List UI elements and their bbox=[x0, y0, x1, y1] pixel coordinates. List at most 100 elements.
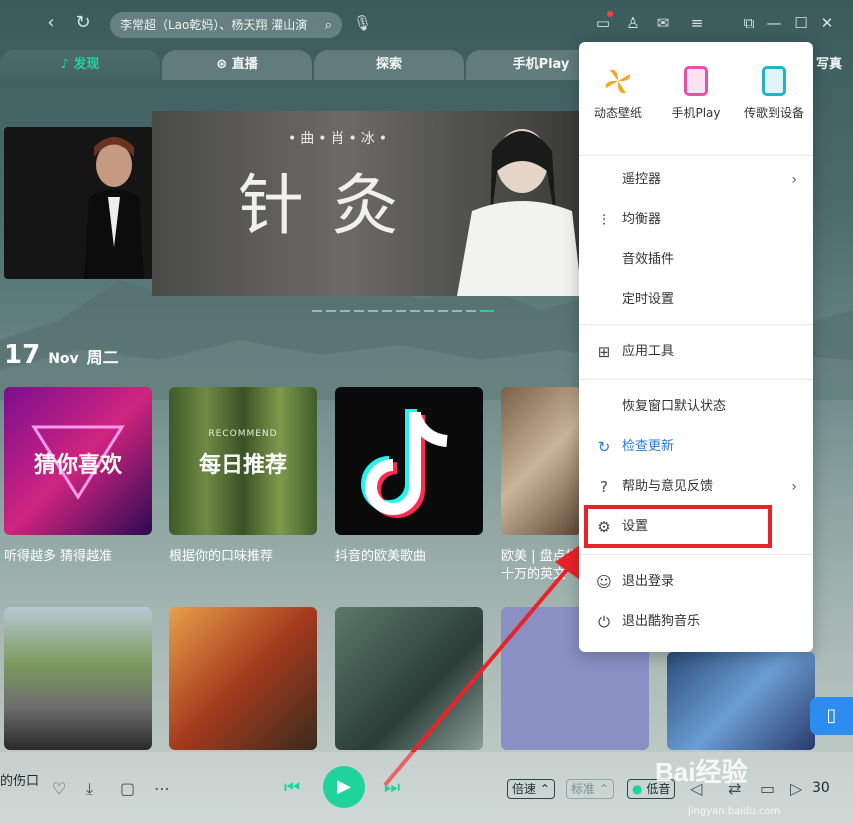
minimize-icon[interactable]: — bbox=[765, 14, 783, 32]
menu-group-tools: ⊞ 应用工具 bbox=[579, 325, 813, 379]
volume-value: 30 bbox=[812, 780, 830, 796]
pager-dot[interactable] bbox=[340, 310, 350, 312]
heart-icon[interactable]: ♡ bbox=[52, 779, 66, 798]
banner-subtitle: •曲•肖•冰• bbox=[288, 131, 392, 147]
phone-sidebar-button[interactable]: ▯ bbox=[810, 697, 853, 735]
notification-dot bbox=[607, 11, 613, 17]
menu-item-check-update[interactable]: ↻ 检查更新 bbox=[579, 427, 813, 467]
menu-item-equalizer[interactable]: ⫶ 均衡器 bbox=[579, 200, 813, 240]
tab-live[interactable]: ⊛ 直播 bbox=[162, 50, 312, 80]
dot-icon: ● bbox=[632, 782, 643, 796]
banner-title: 针灸 bbox=[238, 167, 426, 244]
title-bar: ‹ ↻ ⌕ 🎙︎ ▭ ♙ ✉ ≡ ⧉ — ☐ ✕ bbox=[0, 0, 853, 48]
menu-item-remote[interactable]: 遥控器 › bbox=[579, 160, 813, 200]
menu-quick-actions: 动态壁纸 手机Play 传歌到设备 bbox=[579, 42, 813, 142]
queue-icon[interactable]: ▷ bbox=[790, 779, 802, 798]
pager-dot[interactable] bbox=[382, 310, 392, 312]
playlist-icon[interactable]: ▭ bbox=[760, 779, 775, 798]
pager-dot[interactable] bbox=[438, 310, 448, 312]
refresh-icon[interactable]: ↻ bbox=[72, 12, 94, 34]
equalizer-icon: ⫶ bbox=[602, 211, 606, 229]
menu-item-timer[interactable]: 定时设置 bbox=[579, 280, 813, 320]
pager-dot[interactable] bbox=[354, 310, 364, 312]
quick-mobile-play[interactable]: 手机Play bbox=[657, 66, 735, 142]
speed-button[interactable]: 倍速 ⌃ bbox=[507, 779, 555, 799]
search-input[interactable] bbox=[120, 18, 321, 32]
card-warrior[interactable] bbox=[169, 607, 317, 750]
shirt-icon[interactable]: ♙ bbox=[624, 14, 642, 32]
pager-dot[interactable] bbox=[424, 310, 434, 312]
play-icon: ▶ bbox=[337, 776, 351, 797]
card-label[interactable]: 听得越多 猜得越准 bbox=[4, 545, 112, 564]
tiktok-logo-icon bbox=[361, 409, 448, 518]
pager-dot[interactable] bbox=[368, 310, 378, 312]
pager-dot[interactable] bbox=[312, 310, 322, 312]
pager-dot[interactable] bbox=[396, 310, 406, 312]
chevron-up-icon: ⌃ bbox=[598, 782, 609, 796]
date-weekday: 周二 bbox=[86, 348, 119, 367]
annotation-highlight-box bbox=[584, 505, 772, 548]
apps-icon: ⊞ bbox=[597, 343, 611, 361]
next-icon[interactable]: ⏭ bbox=[384, 777, 400, 798]
pager-dot[interactable] bbox=[452, 310, 462, 312]
user-icon: ☺ bbox=[596, 573, 612, 591]
quality-button[interactable]: 标准 ⌃ bbox=[566, 779, 614, 799]
banner-pagination bbox=[312, 310, 494, 312]
menu-icon[interactable]: ≡ bbox=[688, 14, 706, 32]
back-icon[interactable]: ‹ bbox=[40, 12, 62, 34]
quick-live-wallpaper[interactable]: 动态壁纸 bbox=[579, 66, 657, 142]
phone-play-icon bbox=[684, 66, 708, 96]
pager-dot[interactable] bbox=[326, 310, 336, 312]
tab-discover[interactable]: ♪ 发现 bbox=[0, 50, 160, 80]
menu-item-effect-plugins[interactable]: 音效插件 bbox=[579, 240, 813, 280]
mic-icon[interactable]: 🎙︎ bbox=[353, 14, 372, 32]
chevron-right-icon: › bbox=[791, 172, 797, 188]
card-daily-recommend[interactable]: RECOMMEND 每日推荐 bbox=[169, 387, 317, 535]
date-day: 17 bbox=[4, 340, 41, 370]
banner-side-image[interactable] bbox=[4, 127, 154, 279]
power-icon: ⏻ bbox=[598, 613, 610, 631]
search-icon[interactable]: ⌕ bbox=[325, 18, 332, 33]
more-icon[interactable]: ⋯ bbox=[154, 779, 170, 798]
update-icon: ↻ bbox=[597, 438, 611, 456]
previous-icon[interactable]: ⏮ bbox=[284, 777, 300, 798]
watermark-url: jingyan.baidu.com bbox=[688, 806, 781, 817]
pager-dot[interactable] bbox=[410, 310, 420, 312]
annotation-arrow bbox=[383, 538, 590, 787]
maximize-icon[interactable]: ☐ bbox=[792, 14, 810, 32]
song-title-fragment[interactable]: 的伤口 bbox=[0, 770, 39, 789]
card-sports-car[interactable] bbox=[4, 607, 152, 750]
card-tiktok-songs[interactable] bbox=[335, 387, 483, 535]
date-heading: 17 Nov 周二 bbox=[4, 340, 119, 370]
pinwheel-icon bbox=[604, 66, 632, 96]
search-box[interactable]: ⌕ bbox=[110, 12, 342, 38]
chevron-right-icon: › bbox=[791, 479, 797, 495]
card-label[interactable]: 根据你的口味推荐 bbox=[169, 545, 273, 564]
card-game-hero[interactable] bbox=[667, 652, 815, 750]
pager-dot-active[interactable] bbox=[480, 310, 494, 312]
transfer-icon bbox=[762, 66, 786, 96]
close-icon[interactable]: ✕ bbox=[818, 14, 836, 32]
singer-portrait-image bbox=[4, 127, 154, 279]
phone-icon: ▯ bbox=[826, 705, 837, 726]
menu-group-audio: 遥控器 › ⫶ 均衡器 音效插件 定时设置 bbox=[579, 156, 813, 324]
card-guess-you-like[interactable]: 猜你喜欢 bbox=[4, 387, 152, 535]
play-button[interactable]: ▶ bbox=[323, 766, 365, 808]
card-western-hits[interactable] bbox=[501, 387, 581, 535]
watermark-logo: Bai经验 bbox=[655, 757, 748, 787]
chevron-up-icon: ⌃ bbox=[539, 782, 550, 796]
mail-icon[interactable]: ✉ bbox=[654, 14, 672, 32]
main-dropdown-menu: 动态壁纸 手机Play 传歌到设备 遥控器 › ⫶ 均衡器 音效插件 定时设置 … bbox=[579, 42, 813, 652]
mini-mode-icon[interactable]: ⧉ bbox=[740, 14, 758, 32]
menu-item-quit[interactable]: ⏻ 退出酷狗音乐 bbox=[579, 602, 813, 642]
download-icon[interactable]: ⤓ bbox=[86, 779, 93, 799]
tab-explore[interactable]: 探索 bbox=[314, 50, 464, 80]
menu-item-app-tools[interactable]: ⊞ 应用工具 bbox=[579, 332, 813, 372]
menu-item-restore-window[interactable]: 恢复窗口默认状态 bbox=[579, 387, 813, 427]
quick-transfer-device[interactable]: 传歌到设备 bbox=[735, 66, 813, 142]
menu-group-exit: ☺ 退出登录 ⏻ 退出酷狗音乐 bbox=[579, 555, 813, 649]
menu-item-help-feedback[interactable]: ? 帮助与意见反馈 › bbox=[579, 467, 813, 507]
pager-dot[interactable] bbox=[466, 310, 476, 312]
menu-item-logout[interactable]: ☺ 退出登录 bbox=[579, 562, 813, 602]
comment-icon[interactable]: ▢ bbox=[120, 779, 135, 798]
